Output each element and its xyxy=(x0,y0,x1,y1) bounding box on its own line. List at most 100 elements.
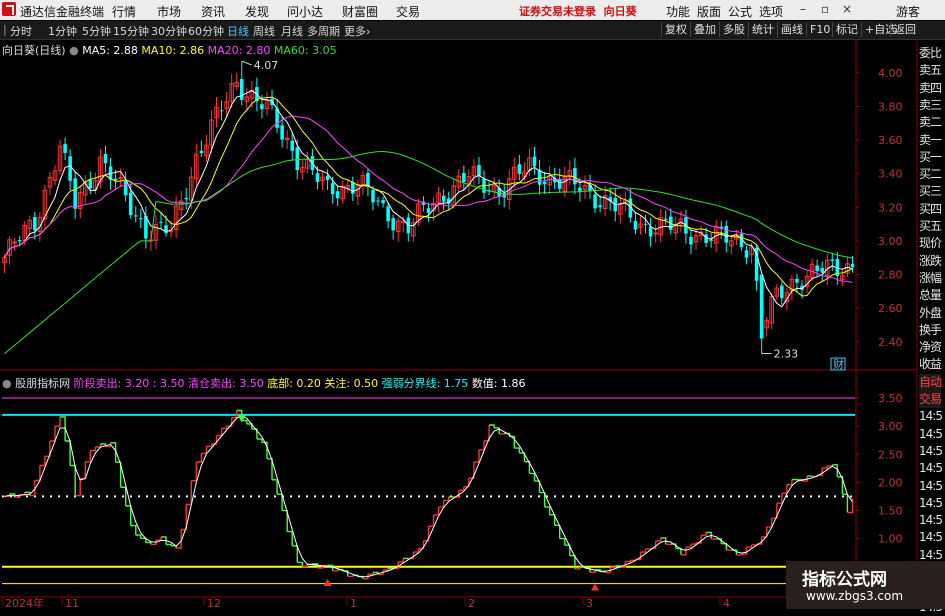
indicator-step xyxy=(762,527,767,537)
strength-dot xyxy=(714,495,716,497)
strength-dot xyxy=(722,495,724,497)
candle-body xyxy=(851,264,855,267)
indicator-legend: ● 股朋指标网 阶段卖出: 3.20 : 3.50 清仓卖出: 3.50 底部:… xyxy=(2,375,526,391)
strength-dot xyxy=(58,495,60,497)
strength-dot xyxy=(154,495,156,497)
strength-dot xyxy=(554,495,556,497)
indicator-step xyxy=(736,554,741,555)
indicator-step xyxy=(701,532,706,535)
strength-dot xyxy=(682,495,684,497)
indicator-step xyxy=(529,473,534,481)
candle-body xyxy=(280,125,284,139)
candle-body xyxy=(114,179,118,181)
strength-dot xyxy=(98,495,100,497)
strength-dot xyxy=(850,495,852,497)
strength-dot xyxy=(90,495,92,497)
indicator-step xyxy=(434,507,439,515)
indicator-step xyxy=(686,544,691,547)
strength-dot xyxy=(250,495,252,497)
price-tick-label: 2.80 xyxy=(878,269,903,282)
indicator-tick-label: 3.00 xyxy=(878,420,903,433)
candle-body xyxy=(442,196,446,202)
strength-dot xyxy=(746,495,748,497)
strength-dot xyxy=(258,495,260,497)
indicator-step xyxy=(444,497,449,501)
indicator-step xyxy=(35,466,40,481)
strength-dot xyxy=(42,495,44,497)
strength-dot xyxy=(762,495,764,497)
right-panel-item: 卖二 xyxy=(919,114,941,131)
high-label: 4.07 xyxy=(254,59,279,72)
strength-dot xyxy=(330,495,332,497)
indicator-step xyxy=(50,426,55,441)
time-tick-label: 1 xyxy=(350,597,357,609)
indicator-step xyxy=(560,539,565,546)
strength-dot xyxy=(658,495,660,497)
indicator-tick-label: 3.50 xyxy=(878,392,903,405)
indicator-step xyxy=(782,485,787,494)
candle-body xyxy=(709,240,713,241)
strength-dot xyxy=(170,495,172,497)
candle-body xyxy=(649,227,653,237)
indicator-step xyxy=(535,481,540,493)
indicator-step xyxy=(540,493,545,508)
strength-dot xyxy=(578,495,580,497)
stage-sell-label: 阶段卖出: 3.20 : 3.50 xyxy=(74,377,185,390)
candle-body xyxy=(134,215,138,216)
indicator-step xyxy=(85,451,90,462)
strength-dot xyxy=(626,495,628,497)
strength-dot xyxy=(738,495,740,497)
indicator-step xyxy=(555,525,560,538)
strength-dot xyxy=(754,495,756,497)
right-panel-item: 买一 xyxy=(919,149,941,166)
indicator-step xyxy=(837,477,842,495)
strength-dot xyxy=(346,495,348,497)
indicator-step xyxy=(287,532,292,546)
indicator-step xyxy=(247,424,252,429)
time-tick-label: 11 xyxy=(65,597,79,609)
indicator-step xyxy=(641,549,646,552)
right-panel-item: 14:5 xyxy=(919,460,942,477)
indicator-step xyxy=(116,462,121,487)
candle-body xyxy=(260,104,264,109)
time-tick-label: 3 xyxy=(586,597,593,609)
right-panel-item[interactable]: 交易 xyxy=(919,391,941,408)
main-legend: 向日葵(日线) ● MA5: 2.88 MA10: 2.86 MA20: 2.8… xyxy=(2,42,337,58)
buy-arrow-icon xyxy=(591,583,599,590)
right-panel-item: 净资 xyxy=(919,339,941,356)
strength-dot xyxy=(690,495,692,497)
candle-body xyxy=(316,173,320,182)
strength-dot xyxy=(770,495,772,497)
right-panel-item[interactable]: 自动 xyxy=(919,374,941,391)
indicator-step xyxy=(257,439,262,442)
strength-dot xyxy=(338,495,340,497)
indicator-step xyxy=(90,447,95,451)
indicator-step xyxy=(95,444,100,447)
right-panel-item: 卖三 xyxy=(919,97,941,114)
candle-body xyxy=(831,259,835,260)
candle-body xyxy=(664,219,668,220)
strength-dot xyxy=(194,495,196,497)
indicator-step xyxy=(827,465,832,466)
ma60-line xyxy=(5,152,853,354)
indicator-step xyxy=(565,545,570,556)
indicator-step xyxy=(469,462,474,478)
strength-dot xyxy=(522,495,524,497)
price-tick-label: 3.40 xyxy=(878,168,903,181)
indicator-step xyxy=(484,425,489,441)
indicator-step xyxy=(752,544,757,545)
indicator-step xyxy=(272,480,277,494)
right-panel-item: 14:5 xyxy=(919,529,942,546)
strength-dot xyxy=(178,495,180,497)
indicator-step xyxy=(146,543,151,545)
ma5-label: MA5: 2.88 xyxy=(82,44,138,57)
strength-dot xyxy=(274,495,276,497)
candle-body xyxy=(124,181,128,196)
indicator-step xyxy=(474,450,479,462)
candle-body xyxy=(780,286,784,299)
strength-dot xyxy=(826,495,828,497)
strength-dot xyxy=(490,495,492,497)
strength-dot xyxy=(610,495,612,497)
kline-chart[interactable]: 4.072.33财 4.003.803.603.403.203.002.802.… xyxy=(0,0,945,609)
candle-body xyxy=(386,206,390,221)
